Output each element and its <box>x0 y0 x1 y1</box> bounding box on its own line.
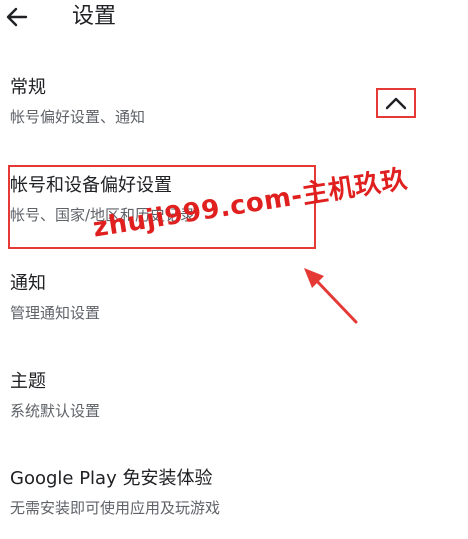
back-button[interactable] <box>2 2 32 32</box>
collapse-button[interactable] <box>376 88 416 118</box>
item-title: Google Play 免安装体验 <box>10 468 213 489</box>
page-title: 设置 <box>72 4 117 29</box>
item-title: 主题 <box>10 371 46 392</box>
item-subtitle: 帐号偏好设置、通知 <box>10 108 146 126</box>
annotation-arrow-icon <box>304 268 358 324</box>
item-subtitle: 系统默认设置 <box>10 402 101 420</box>
item-subtitle: 无需安装即可使用应用及玩游戏 <box>10 499 221 517</box>
settings-item-general[interactable]: 常规 帐号偏好设置、通知 <box>10 76 370 128</box>
top-app-bar: 设置 <box>0 0 468 40</box>
item-title: 常规 <box>10 77 46 98</box>
chevron-up-icon <box>385 97 407 110</box>
settings-item-instant-apps[interactable]: Google Play 免安装体验 无需安装即可使用应用及玩游戏 <box>10 467 370 519</box>
settings-item-theme[interactable]: 主题 系统默认设置 <box>10 370 370 422</box>
arrow-left-icon <box>6 7 28 27</box>
